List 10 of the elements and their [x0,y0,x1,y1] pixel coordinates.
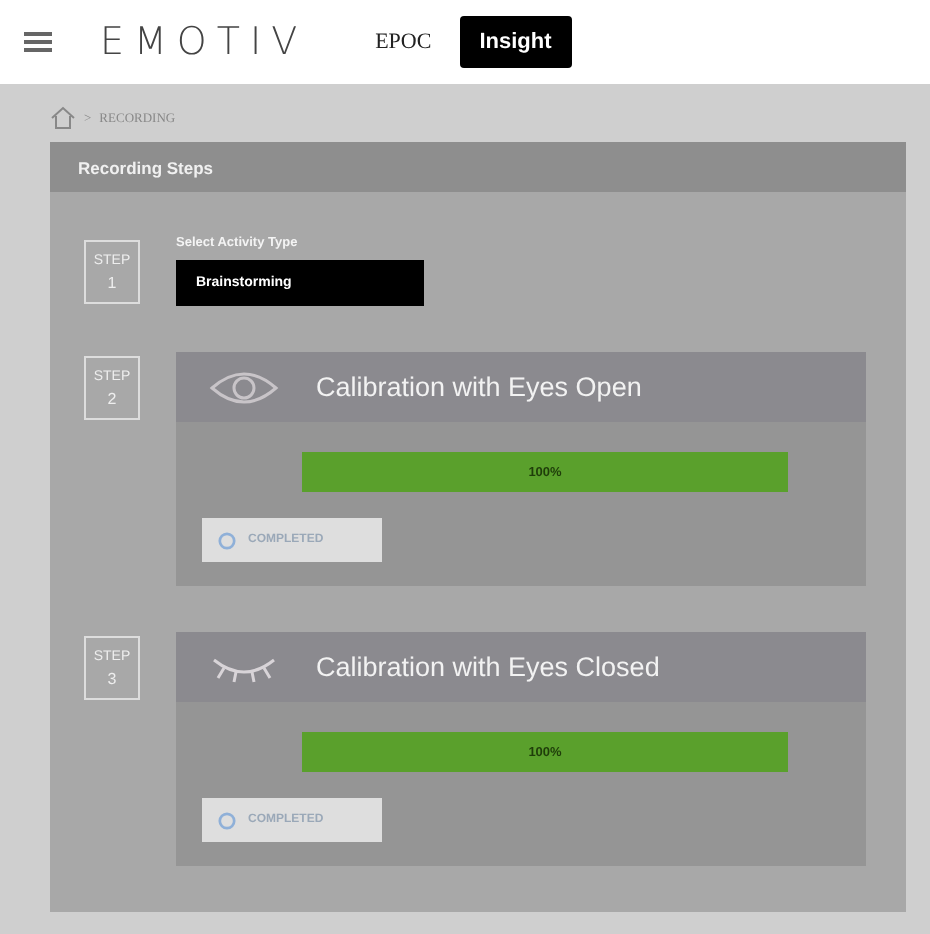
device-tab[interactable]: Insight [459,16,572,68]
device-tab[interactable]: EPOC [359,18,448,66]
circle-icon [218,811,236,829]
panel-title: Recording Steps [50,142,906,192]
calibration-title: Calibration with Eyes Closed [316,652,660,682]
eye-icon [208,367,280,407]
circle-icon [218,531,236,549]
brand-logo: EMOTIV [100,20,308,64]
calibration-title: Calibration with Eyes Open [316,372,642,402]
menu-icon[interactable] [24,30,52,54]
